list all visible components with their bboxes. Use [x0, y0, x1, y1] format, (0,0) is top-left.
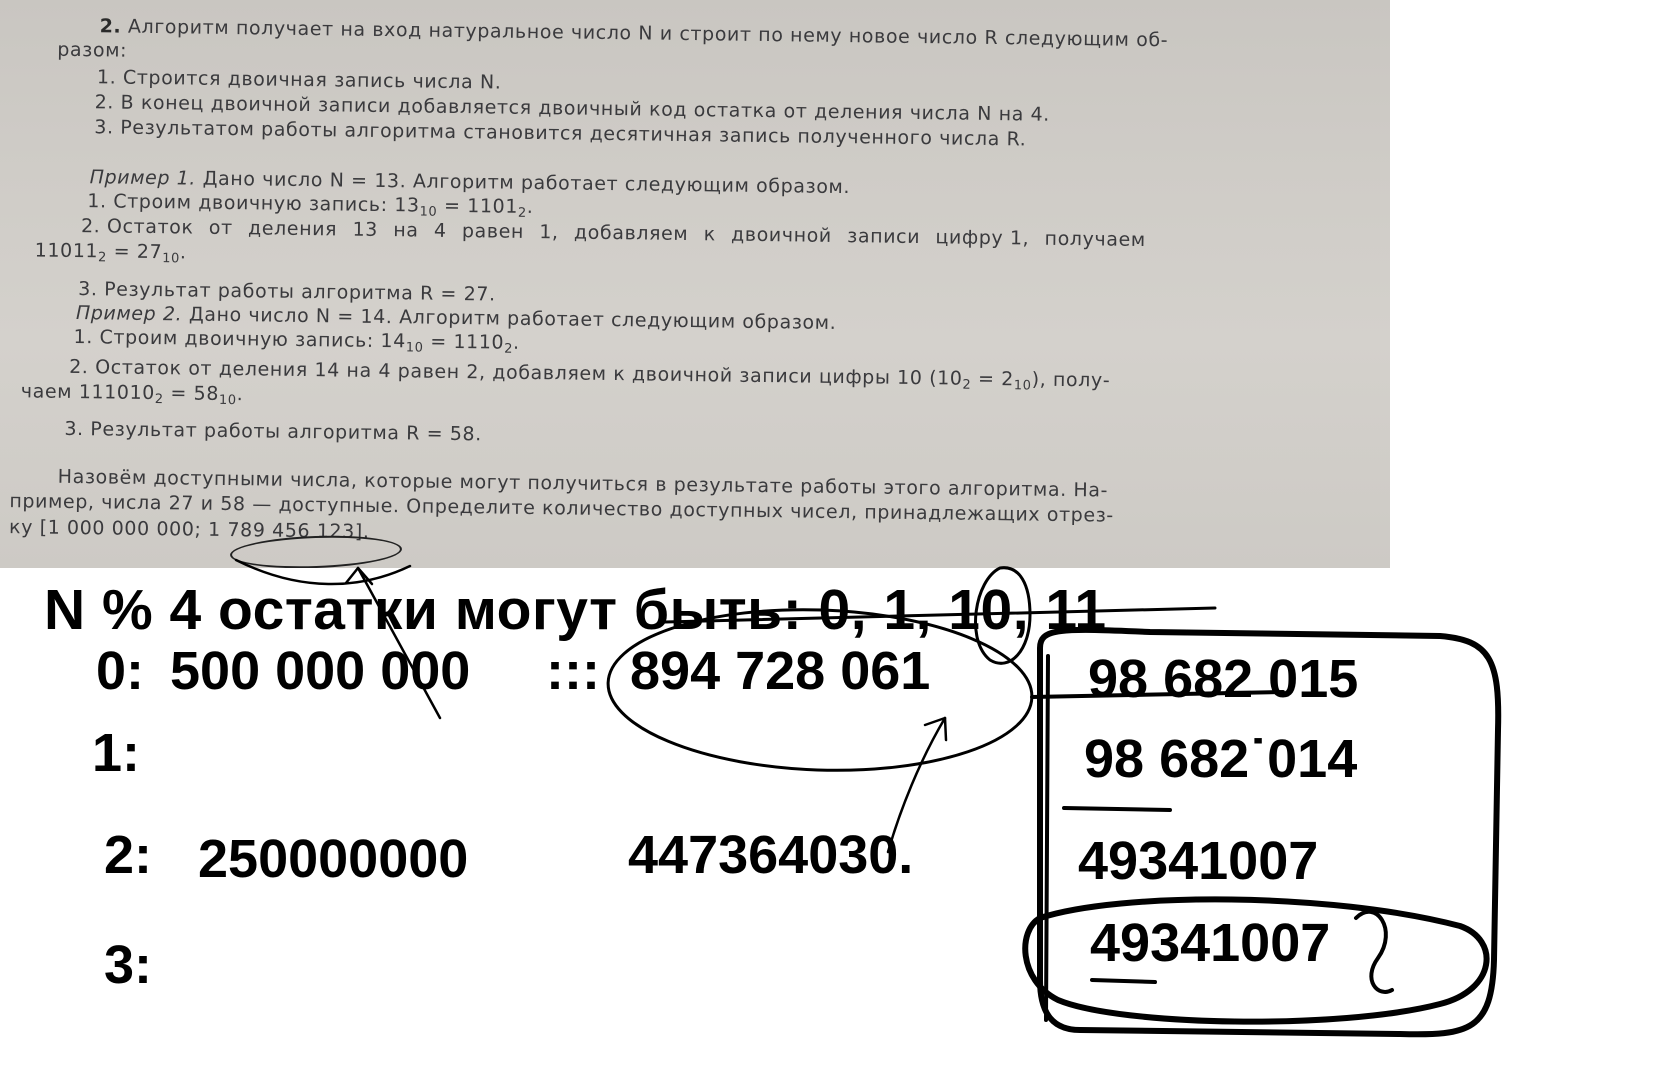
ex1-step2-word: 13	[352, 218, 379, 241]
example-1-step-2-cont: 110112 = 2710.	[35, 239, 187, 266]
ex1-s1-mid: = 1101	[437, 194, 519, 218]
task-number: 2.	[99, 15, 122, 38]
ex1-step2-word: к	[703, 223, 716, 246]
row-0-value-b: 894 728 061	[630, 641, 931, 701]
box-value-1: 98 682 015	[1088, 649, 1359, 709]
textbook-photo: 2. Алгоритм получает на вход натуральное…	[0, 0, 1390, 568]
ex2-s2-mid: = 2	[971, 367, 1015, 391]
row-0-separator: :::	[546, 641, 600, 701]
photo-text: 2. Алгоритм получает на вход натуральное…	[0, 0, 1390, 568]
ex2-s2b-end: .	[236, 383, 244, 406]
example-1-step-2: 2. Остаток от деления 13 на 4 равен 1, добавляем…	[81, 215, 1146, 251]
ex2-s1-sub-b: 2	[504, 341, 514, 357]
example-2-head: Пример 2.	[75, 302, 183, 326]
arrow-2-head	[923, 716, 948, 742]
ex1-s2b-a: 11011	[34, 239, 99, 263]
row-0-label: 0:	[96, 641, 145, 701]
intro-line-2: разом:	[57, 38, 128, 62]
step-1: 1. Строится двоичная запись числа N.	[96, 66, 502, 94]
ex2-s1-mid: = 1110	[423, 330, 505, 354]
ex1-step2-word: цифру 1,	[935, 226, 1030, 250]
ex2-s2b-sub-a: 2	[154, 392, 164, 408]
ex1-step2-word: на	[393, 219, 419, 242]
ex1-step2-word: 4	[433, 219, 447, 242]
ex1-step2-word: получаем	[1044, 227, 1146, 252]
ex2-s2b-sub-b: 10	[218, 392, 237, 409]
underline-49	[1090, 978, 1157, 984]
ex1-step2-word: записи	[847, 225, 921, 249]
ex1-step2-word: двоичной	[730, 223, 832, 247]
box-value-2: 98 682˙014	[1084, 729, 1358, 789]
ex2-s2-sub-b: 10	[1013, 378, 1032, 394]
ex1-step2-word: 2. Остаток	[80, 215, 194, 239]
row-2-value-b: 447364030.	[628, 825, 914, 885]
row-0-value-a: 500 000 000	[170, 641, 471, 701]
ex1-step2-word: равен	[461, 220, 525, 243]
ex1-s1-sub-a: 10	[419, 204, 438, 220]
example-1-head: Пример 1.	[89, 166, 197, 190]
ex1-s1-end: .	[526, 195, 534, 218]
row-2-label: 2:	[104, 825, 153, 885]
ex1-s1-sub-b: 2	[517, 205, 527, 221]
box-value-4: 49341007	[1090, 913, 1331, 973]
ex2-s1-sub-a: 10	[405, 340, 424, 356]
remainders-heading: N % 4 остатки могут быть: 0, 1, 10, 11	[44, 578, 1107, 642]
row-1-label: 1:	[92, 723, 141, 783]
ex1-s2b-mid: = 27	[106, 240, 163, 264]
ex2-s2b-a: чаем 111010	[20, 380, 156, 405]
ex1-step2-word: от	[208, 216, 233, 240]
intro-text: Алгоритм получает на вход натуральное чи…	[127, 15, 1169, 52]
intro-line-1: 2. Алгоритм получает на вход натуральное…	[100, 15, 1169, 51]
ex2-s1-end: .	[512, 331, 520, 354]
ex1-step2-word: деления	[247, 217, 338, 241]
example-1-step-3: 3. Результат работы алгоритма R = 27.	[78, 278, 496, 306]
big-box-inner	[1044, 654, 1050, 1022]
ex2-s2-end: ), полу-	[1031, 368, 1111, 392]
example-2-step-3: 3. Результат работы алгоритма R = 58.	[64, 417, 482, 446]
ex2-s2b-mid: = 58	[163, 382, 220, 405]
box-value-3: 49341007	[1078, 831, 1319, 891]
ex1-step2-word: 1,	[539, 221, 559, 244]
underline-98	[1062, 806, 1172, 812]
ex1-s2b-sub-b: 10	[162, 251, 180, 267]
example-2-step-2-cont: чаем 1110102 = 5810.	[21, 380, 244, 408]
correction-squiggle	[1354, 909, 1394, 994]
ex1-s2b-end: .	[179, 241, 187, 264]
row-2-value-a: 250000000	[198, 829, 469, 889]
ex1-step2-word: добавляем	[573, 221, 689, 246]
ex1-s1-text: 1. Строим двоичную запись: 13	[87, 190, 420, 217]
row-3-label: 3:	[104, 935, 153, 995]
ex2-s1-text: 1. Строим двоичную запись: 14	[73, 325, 407, 353]
example-2-step-1: 1. Строим двоичную запись: 1410 = 11102.	[73, 326, 519, 357]
